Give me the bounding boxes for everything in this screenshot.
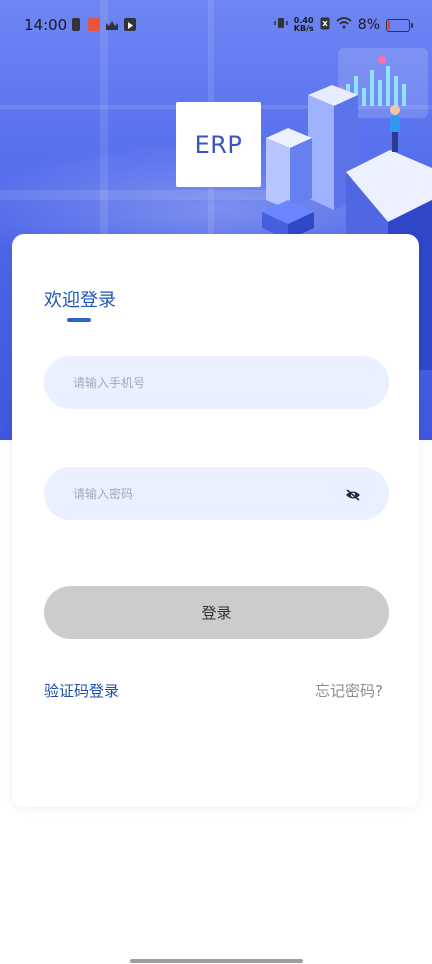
status-bar: 14:00 0.40 KB/s 8% [0,0,432,50]
sms-login-link[interactable]: 验证码登录 [44,680,119,701]
sim-icon [72,18,80,31]
erp-logo: ERP [176,102,261,187]
app-notification-icon [88,18,100,31]
battery-icon [386,18,413,32]
phone-placeholder: 请输入手机号 [73,376,146,390]
login-card: 欢迎登录 请输入手机号 请输入密码 登录 验证码登录 忘记密码? [12,234,419,807]
forgot-password-link[interactable]: 忘记密码? [315,680,383,701]
password-placeholder: 请输入密码 [73,487,134,501]
login-button[interactable]: 登录 [44,586,389,639]
phone-input[interactable]: 请输入手机号 [44,356,389,409]
crown-icon [105,18,118,31]
status-time: 14:00 [24,16,68,34]
net-speed: 0.40 KB/s [294,17,314,33]
password-input[interactable]: 请输入密码 [44,467,389,520]
wifi-icon [336,17,352,33]
eye-icon[interactable] [345,487,361,501]
home-indicator[interactable] [130,959,303,963]
title-underline [67,318,91,322]
no-sim-icon [320,17,330,34]
battery-percent: 8% [357,17,380,33]
net-speed-unit: KB/s [293,24,314,33]
play-icon [124,18,136,31]
vibrate-icon [274,16,288,34]
page-title: 欢迎登录 [44,290,116,311]
